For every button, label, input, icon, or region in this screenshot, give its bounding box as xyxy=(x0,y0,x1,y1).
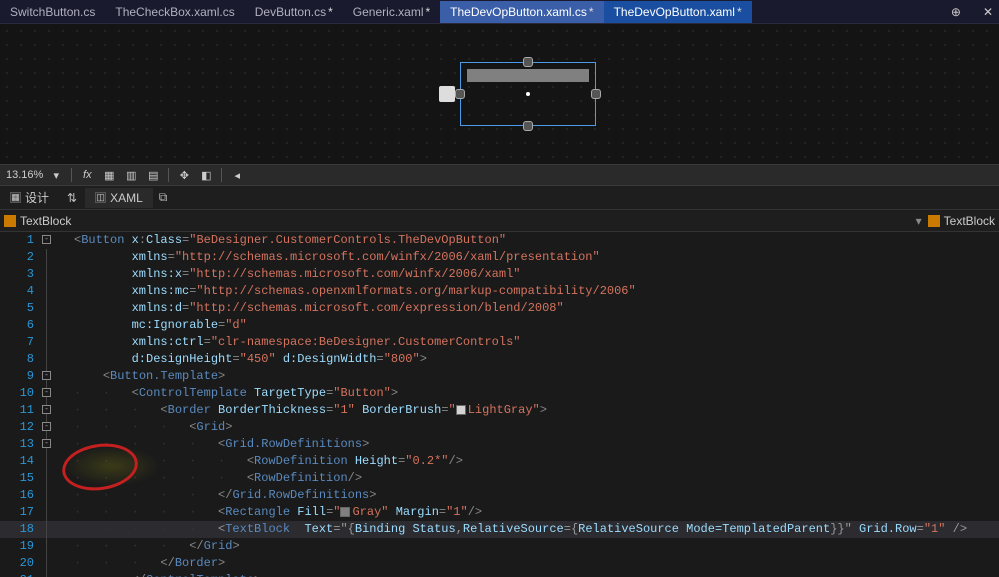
fold-toggle[interactable]: - xyxy=(42,388,51,397)
tab-devbutton[interactable]: DevButton.cs xyxy=(245,1,343,23)
rectangle-preview xyxy=(467,69,589,82)
pin-icon[interactable]: ⊕ xyxy=(945,5,967,19)
swap-panes-icon[interactable]: ⇅ xyxy=(59,188,85,208)
fold-toggle[interactable]: - xyxy=(42,235,51,244)
tab-thedevopbutton-xaml[interactable]: TheDevOpButton.xaml xyxy=(604,1,752,23)
xaml-tab[interactable]: ◫XAML xyxy=(85,188,153,208)
nav-dropdown-left-icon[interactable]: ▾ xyxy=(916,214,922,228)
nav-right[interactable]: TextBlock xyxy=(928,214,995,228)
fold-toggle[interactable]: - xyxy=(42,405,51,414)
tab-thedevopbutton-cs[interactable]: TheDevOpButton.xaml.cs xyxy=(440,1,603,23)
tab-thecheckbox[interactable]: TheCheckBox.xaml.cs xyxy=(105,1,244,23)
code-nav-bar: TextBlock ▾ TextBlock xyxy=(0,210,999,232)
code-editor[interactable]: 1-<Button x:Class="BeDesigner.CustomerCo… xyxy=(0,232,999,577)
nav-left[interactable]: TextBlock xyxy=(4,214,71,228)
grid2-icon[interactable]: ▥ xyxy=(122,167,140,183)
fold-toggle[interactable]: - xyxy=(42,439,51,448)
selected-element-outline[interactable] xyxy=(460,62,596,126)
zoom-level[interactable]: 13.16% xyxy=(6,169,43,181)
move-icon[interactable]: ✥ xyxy=(175,167,193,183)
grid3-icon[interactable]: ▤ xyxy=(144,167,162,183)
center-dot xyxy=(526,92,530,96)
tab-generic[interactable]: Generic.xaml xyxy=(343,1,440,23)
resize-handle-top[interactable] xyxy=(523,57,533,67)
grid1-icon[interactable]: ▦ xyxy=(100,167,118,183)
file-tabs: SwitchButton.cs TheCheckBox.xaml.cs DevB… xyxy=(0,0,999,24)
close-tab-icon[interactable]: ✕ xyxy=(977,5,999,19)
fold-toggle[interactable]: - xyxy=(42,422,51,431)
zoom-toolbar: 13.16% ▾ fx ▦ ▥ ▤ ✥ ◧ ◂ xyxy=(0,164,999,186)
resize-handle-right[interactable] xyxy=(591,89,601,99)
design-tab[interactable]: ▦设计 xyxy=(0,186,59,209)
fold-toggle[interactable]: - xyxy=(42,371,51,380)
snap-grid-icon[interactable] xyxy=(439,86,455,102)
camera-icon[interactable]: ◧ xyxy=(197,167,215,183)
tab-switchbutton[interactable]: SwitchButton.cs xyxy=(0,1,105,23)
designer-surface[interactable] xyxy=(0,24,999,164)
resize-handle-left[interactable] xyxy=(455,89,465,99)
fx-icon[interactable]: fx xyxy=(78,167,96,183)
zoom-dropdown-icon[interactable]: ▾ xyxy=(47,167,65,183)
designer-view-tabs: ▦设计 ⇅ ◫XAML ⧉ xyxy=(0,186,999,210)
resize-handle-bottom[interactable] xyxy=(523,121,533,131)
popout-icon[interactable]: ⧉ xyxy=(153,190,174,205)
scroll-left-icon[interactable]: ◂ xyxy=(228,167,246,183)
line-number: 1 xyxy=(0,232,40,249)
